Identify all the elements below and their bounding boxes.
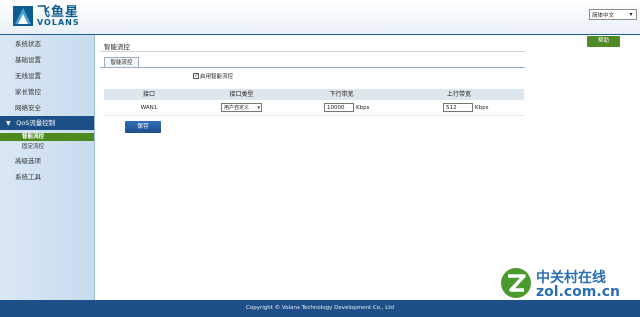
chevron-down-icon: ▾ [629, 11, 633, 18]
language-select[interactable]: 简体中文 ▾ [589, 9, 637, 20]
help-button[interactable]: 帮助 [587, 36, 620, 47]
sidebar-subitem-fixed-qos[interactable]: 固定流控 [0, 143, 94, 151]
interface-type-select[interactable]: 用户自定义 ▾ [221, 103, 262, 112]
sidebar-item-advanced[interactable]: 高级选项 [0, 154, 94, 169]
sidebar-item-qos[interactable]: ▼ QoS流量控制 [0, 116, 94, 130]
tab-smart-qos[interactable]: 智能流控 [104, 57, 139, 67]
downlink-unit: Kbps [356, 105, 370, 111]
downlink-bandwidth-input[interactable]: 10000 [324, 103, 354, 112]
sidebar-item-parental-control[interactable]: 家长管控 [0, 85, 94, 100]
zol-logo-icon [501, 268, 531, 298]
uplink-bandwidth-input[interactable]: 512 [443, 103, 473, 112]
enable-smart-qos-label: 启用智能流控 [200, 74, 234, 80]
column-header-interface: 接口 [142, 91, 155, 98]
watermark-english: zol.com.cn [536, 284, 620, 300]
qos-table-header: 接口 接口类型 下行带宽 上行带宽 [104, 89, 524, 100]
sidebar-subitem-smart-qos[interactable]: 智能流控 [0, 133, 94, 141]
sidebar-item-system-status[interactable]: 系统状态 [0, 37, 94, 52]
language-select-value: 简体中文 [592, 12, 615, 19]
sidebar-item-basic-settings[interactable]: 基础设置 [0, 53, 94, 68]
sidebar-item-network-security[interactable]: 网络安全 [0, 101, 94, 116]
enable-smart-qos-row: ✓ 启用智能流控 [193, 72, 233, 80]
table-row: WAN1 用户自定义 ▾ 10000 Kbps 512 Kbps [104, 101, 524, 116]
enable-smart-qos-checkbox[interactable]: ✓ [193, 73, 199, 79]
logo-english-text: VOLANS [37, 17, 80, 27]
zol-watermark: 中关村在线 zol.com.cn [499, 266, 631, 304]
sidebar: 系统状态 基础设置 无线设置 家长管控 网络安全 ▼ QoS流量控制 智能流控 … [0, 35, 95, 300]
brand-logo: 飞鱼星 VOLANS [12, 4, 80, 28]
save-button[interactable]: 保存 [125, 121, 161, 133]
sidebar-item-system-tools[interactable]: 系统工具 [0, 170, 94, 185]
chevron-down-icon: ▼ [6, 120, 11, 127]
column-header-interface-type: 接口类型 [229, 91, 254, 98]
volans-logo-icon [13, 6, 33, 26]
header: 飞鱼星 VOLANS 简体中文 ▾ [0, 0, 640, 35]
tab-divider [100, 67, 525, 68]
chevron-down-icon: ▾ [257, 105, 260, 111]
sidebar-item-qos-label: QoS流量控制 [16, 119, 56, 127]
uplink-unit: Kbps [475, 105, 489, 111]
title-divider [100, 51, 525, 52]
logo-chinese-text: 飞鱼星 [37, 4, 80, 20]
column-header-downlink: 下行带宽 [329, 91, 354, 98]
page-title: 智能流控 [104, 43, 130, 51]
interface-cell: WAN1 [140, 105, 158, 111]
sidebar-item-wireless-settings[interactable]: 无线设置 [0, 69, 94, 84]
column-header-uplink: 上行带宽 [446, 91, 471, 98]
interface-type-value: 用户自定义 [224, 105, 250, 111]
